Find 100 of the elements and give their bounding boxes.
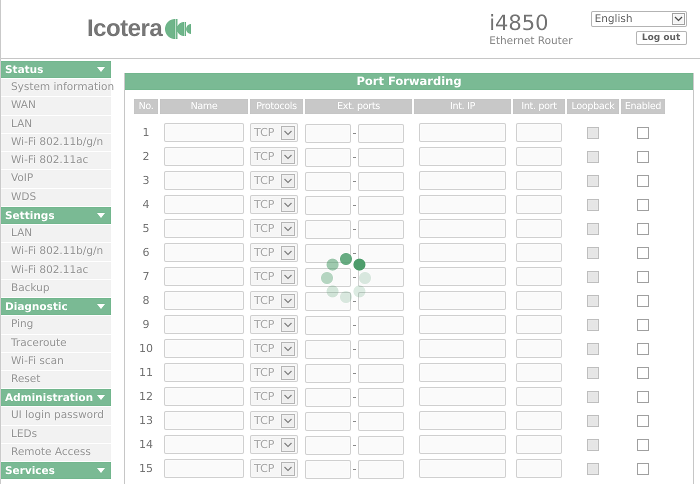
int-port-field[interactable] — [516, 387, 562, 406]
int-port-field[interactable] — [516, 243, 562, 262]
enabled-checkbox[interactable] — [637, 127, 649, 139]
ext-port-end-field[interactable] — [358, 412, 404, 430]
sidebar-item[interactable]: Reset — [1, 371, 111, 388]
protocol-select[interactable]: TCP — [250, 315, 298, 334]
sidebar-item[interactable]: UI login password — [1, 407, 111, 425]
ext-port-end-field[interactable] — [358, 124, 404, 142]
ext-port-end-field[interactable] — [358, 244, 404, 262]
name-field[interactable] — [164, 387, 244, 406]
name-field[interactable] — [164, 459, 244, 478]
ext-port-start-field[interactable] — [305, 436, 351, 454]
ext-port-start-field[interactable] — [305, 148, 351, 166]
ext-port-end-field[interactable] — [358, 292, 404, 310]
enabled-checkbox[interactable] — [637, 271, 649, 283]
name-field[interactable] — [164, 435, 244, 454]
ext-port-end-field[interactable] — [358, 388, 404, 406]
int-ip-field[interactable] — [418, 435, 506, 454]
ext-port-end-field[interactable] — [358, 436, 404, 454]
protocol-select[interactable]: TCP — [250, 459, 298, 478]
protocol-select[interactable]: TCP — [250, 363, 298, 382]
sidebar-item[interactable]: LAN — [1, 116, 111, 133]
name-field[interactable] — [164, 195, 244, 214]
int-ip-field[interactable] — [418, 363, 506, 382]
ext-port-start-field[interactable] — [305, 292, 351, 310]
int-ip-field[interactable] — [418, 267, 506, 286]
sidebar-item[interactable]: Remote Access — [1, 444, 111, 462]
enabled-checkbox[interactable] — [637, 343, 649, 355]
ext-port-start-field[interactable] — [305, 196, 351, 214]
enabled-checkbox[interactable] — [637, 439, 649, 451]
enabled-checkbox[interactable] — [637, 415, 649, 427]
int-port-field[interactable] — [516, 219, 562, 238]
sidebar-item[interactable]: Wi-Fi 802.11b/g/n — [1, 243, 111, 261]
int-ip-field[interactable] — [418, 315, 506, 334]
int-port-field[interactable] — [516, 267, 562, 286]
int-port-field[interactable] — [516, 171, 562, 190]
int-port-field[interactable] — [516, 435, 562, 454]
ext-port-start-field[interactable] — [305, 172, 351, 190]
ext-port-start-field[interactable] — [305, 244, 351, 262]
ext-port-start-field[interactable] — [305, 460, 351, 478]
protocol-select[interactable]: TCP — [250, 243, 298, 262]
int-port-field[interactable] — [516, 459, 562, 478]
int-ip-field[interactable] — [418, 339, 506, 358]
language-select[interactable]: English — [590, 11, 687, 27]
ext-port-start-field[interactable] — [305, 412, 351, 430]
enabled-checkbox[interactable] — [637, 199, 649, 211]
int-port-field[interactable] — [516, 315, 562, 334]
int-port-field[interactable] — [516, 123, 562, 142]
ext-port-end-field[interactable] — [358, 316, 404, 334]
enabled-checkbox[interactable] — [637, 223, 649, 235]
protocol-select[interactable]: TCP — [250, 339, 298, 358]
name-field[interactable] — [164, 291, 244, 310]
ext-port-start-field[interactable] — [305, 388, 351, 406]
int-port-field[interactable] — [516, 147, 562, 166]
protocol-select[interactable]: TCP — [250, 171, 298, 190]
sidebar-item[interactable]: Wi-Fi 802.11b/g/n — [1, 134, 111, 152]
enabled-checkbox[interactable] — [637, 391, 649, 403]
int-ip-field[interactable] — [418, 147, 506, 166]
sidebar-section-header[interactable]: Diagnostic — [1, 298, 111, 316]
sidebar-item[interactable]: WAN — [1, 97, 111, 115]
int-ip-field[interactable] — [418, 219, 506, 238]
int-ip-field[interactable] — [418, 291, 506, 310]
enabled-checkbox[interactable] — [637, 175, 649, 187]
int-ip-field[interactable] — [418, 411, 506, 430]
protocol-select[interactable]: TCP — [250, 267, 298, 286]
ext-port-end-field[interactable] — [358, 220, 404, 238]
name-field[interactable] — [164, 363, 244, 382]
sidebar-item[interactable]: Wi-Fi 802.11ac — [1, 152, 111, 170]
sidebar-item[interactable]: LAN — [1, 225, 111, 242]
sidebar-item[interactable]: Backup — [1, 280, 111, 298]
name-field[interactable] — [164, 315, 244, 334]
name-field[interactable] — [164, 243, 244, 262]
protocol-select[interactable]: TCP — [250, 435, 298, 454]
enabled-checkbox[interactable] — [637, 463, 649, 475]
enabled-checkbox[interactable] — [637, 367, 649, 379]
sidebar-item[interactable]: Wi-Fi 802.11ac — [1, 262, 111, 279]
ext-port-end-field[interactable] — [358, 172, 404, 190]
sidebar-section-header[interactable]: Settings — [1, 207, 111, 224]
ext-port-end-field[interactable] — [358, 268, 404, 286]
protocol-select[interactable]: TCP — [250, 387, 298, 406]
sidebar-item[interactable]: Wi-Fi scan — [1, 352, 111, 370]
ext-port-start-field[interactable] — [305, 364, 351, 382]
ext-port-end-field[interactable] — [358, 460, 404, 478]
name-field[interactable] — [164, 219, 244, 238]
name-field[interactable] — [164, 147, 244, 166]
int-ip-field[interactable] — [418, 387, 506, 406]
protocol-select[interactable]: TCP — [250, 411, 298, 430]
sidebar-item[interactable]: WDS — [1, 188, 111, 206]
int-port-field[interactable] — [516, 363, 562, 382]
sidebar-section-header[interactable]: Administration — [1, 389, 111, 406]
int-ip-field[interactable] — [418, 243, 506, 262]
logout-button[interactable]: Log out — [636, 31, 687, 45]
int-port-field[interactable] — [516, 339, 562, 358]
int-ip-field[interactable] — [418, 459, 506, 478]
enabled-checkbox[interactable] — [637, 319, 649, 331]
protocol-select[interactable]: TCP — [250, 291, 298, 310]
enabled-checkbox[interactable] — [637, 247, 649, 259]
sidebar-item[interactable]: Ping — [1, 316, 111, 334]
ext-port-end-field[interactable] — [358, 148, 404, 166]
ext-port-end-field[interactable] — [358, 340, 404, 358]
